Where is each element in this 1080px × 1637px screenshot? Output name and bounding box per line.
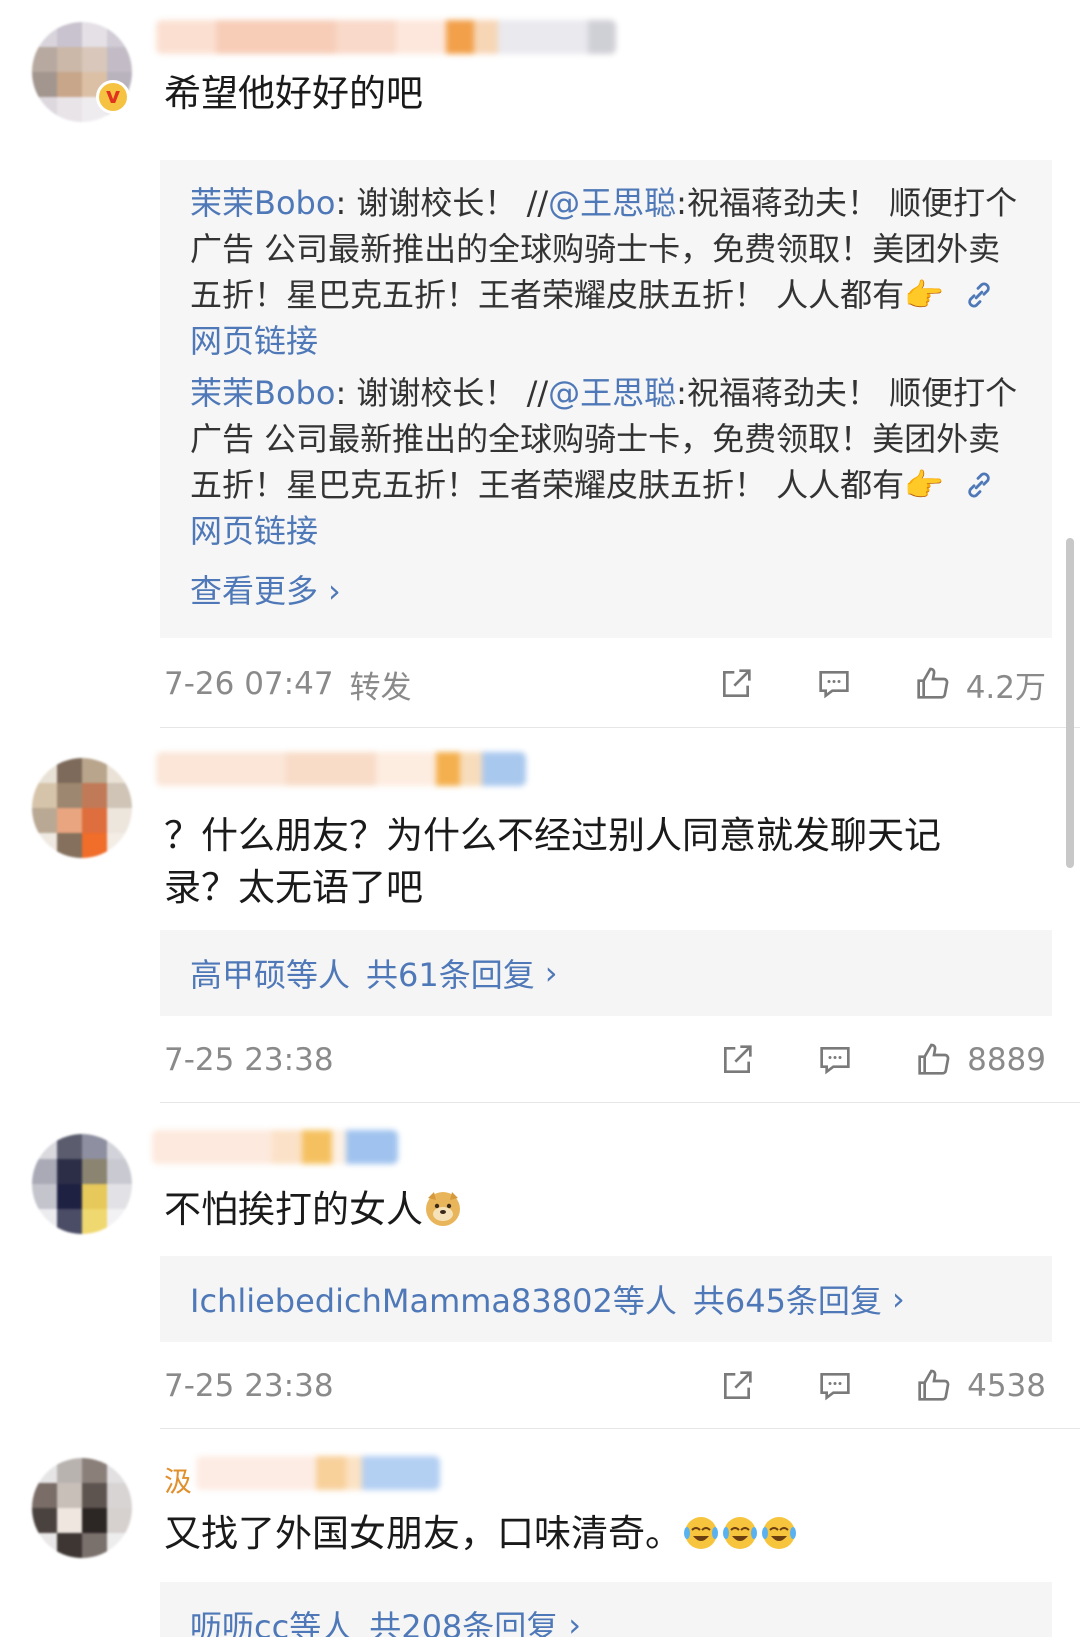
comment-icon[interactable] — [815, 1040, 855, 1080]
link-icon[interactable] — [962, 278, 996, 312]
laugh-cry-emoji-icon — [684, 1517, 796, 1549]
web-link[interactable]: 网页链接 — [190, 322, 318, 360]
like-icon[interactable] — [912, 664, 952, 704]
replies-count: 共61条回复 — [366, 956, 535, 994]
comment-text: 不怕挨打的女人 — [164, 1184, 1010, 1236]
comment-meta: 7-25 23:38 4538 — [164, 1362, 1046, 1410]
timestamp: 7-25 23:38 — [164, 1368, 334, 1404]
share-icon[interactable] — [717, 1366, 757, 1406]
repost-item: 茉茉Bobo: 谢谢校长！ //@王思聪:祝福蒋劲夫！ 顺便打个广告 公司最新推… — [190, 374, 1018, 550]
username-prefix[interactable]: 汲 — [164, 1460, 192, 1500]
comment-text: ？什么朋友？为什么不经过别人同意就发聊天记录？太无语了吧 — [164, 814, 941, 909]
view-more-link[interactable]: 查看更多 › — [190, 566, 1022, 612]
action-bar: 8889 — [717, 1036, 1046, 1084]
replies-box[interactable]: 呖呖cc等人 共208条回复 › — [160, 1582, 1052, 1637]
action-bar: 4538 — [717, 1362, 1046, 1410]
pointing-hand-emoji: 👉 — [904, 276, 945, 314]
like-icon[interactable] — [913, 1040, 953, 1080]
avatar[interactable] — [32, 758, 132, 858]
replies-users: 呖呖cc等人 — [190, 1608, 354, 1637]
comment-text: 希望他好好的吧 — [164, 72, 423, 115]
comment-icon[interactable] — [814, 664, 854, 704]
chevron-right-icon: › — [544, 954, 558, 992]
comment-icon[interactable] — [815, 1366, 855, 1406]
username-blurred[interactable] — [152, 1130, 398, 1164]
repost-tag: 转发 — [349, 669, 412, 706]
avatar[interactable] — [32, 1458, 132, 1558]
divider — [160, 1102, 1080, 1103]
replies-box[interactable]: 高甲硕等人 共61条回复 › — [160, 930, 1052, 1016]
like-icon[interactable] — [913, 1366, 953, 1406]
like-count: 8889 — [967, 1042, 1046, 1078]
timestamp: 7-26 07:47 — [164, 666, 334, 702]
chevron-right-icon: › — [328, 572, 341, 610]
pointing-hand-emoji: 👉 — [904, 466, 945, 504]
link-icon[interactable] — [962, 468, 996, 502]
repost-chain-box[interactable]: 茉茉Bobo: 谢谢校长！ //@王思聪:祝福蒋劲夫！ 顺便打个广告 公司最新推… — [160, 160, 1052, 638]
avatar[interactable] — [32, 1134, 132, 1234]
share-icon[interactable] — [717, 1040, 757, 1080]
share-icon[interactable] — [716, 664, 756, 704]
web-link[interactable]: 网页链接 — [190, 512, 318, 550]
chevron-right-icon: › — [891, 1280, 905, 1318]
divider — [160, 1428, 1080, 1429]
replies-users: 高甲硕等人 — [190, 956, 351, 994]
username-blurred[interactable] — [156, 20, 616, 54]
divider — [160, 727, 1080, 728]
replies-count: 共645条回复 — [692, 1282, 882, 1320]
like-count: 4538 — [967, 1368, 1046, 1404]
repost-user-link[interactable]: 茉茉Bobo — [190, 374, 335, 412]
repost-item: 茉茉Bobo: 谢谢校长！ //@王思聪:祝福蒋劲夫！ 顺便打个广告 公司最新推… — [190, 184, 1018, 360]
mention-link[interactable]: @王思聪 — [548, 184, 676, 222]
username-blurred[interactable] — [156, 752, 526, 786]
comment-meta: 7-26 07:47 转发 4.2万 — [164, 660, 1046, 708]
replies-count: 共208条回复 — [369, 1608, 559, 1637]
comment-text: 又找了外国女朋友，口味清奇。 — [164, 1508, 1010, 1560]
timestamp: 7-25 23:38 — [164, 1042, 334, 1078]
like-count: 4.2万 — [965, 669, 1046, 706]
replies-users: IchliebedichMamma83802等人 — [190, 1282, 677, 1320]
scrollbar[interactable] — [1066, 538, 1074, 868]
mention-link[interactable]: @王思聪 — [548, 374, 676, 412]
verified-badge-icon: v — [96, 80, 130, 114]
repost-user-link[interactable]: 茉茉Bobo — [190, 184, 335, 222]
comment-meta: 7-25 23:38 8889 — [164, 1036, 1046, 1084]
replies-box[interactable]: IchliebedichMamma83802等人 共645条回复 › — [160, 1256, 1052, 1342]
chevron-right-icon: › — [568, 1606, 582, 1637]
action-bar: 4.2万 — [716, 660, 1046, 708]
doge-emoji-icon — [426, 1192, 460, 1226]
username-blurred[interactable] — [196, 1456, 440, 1490]
